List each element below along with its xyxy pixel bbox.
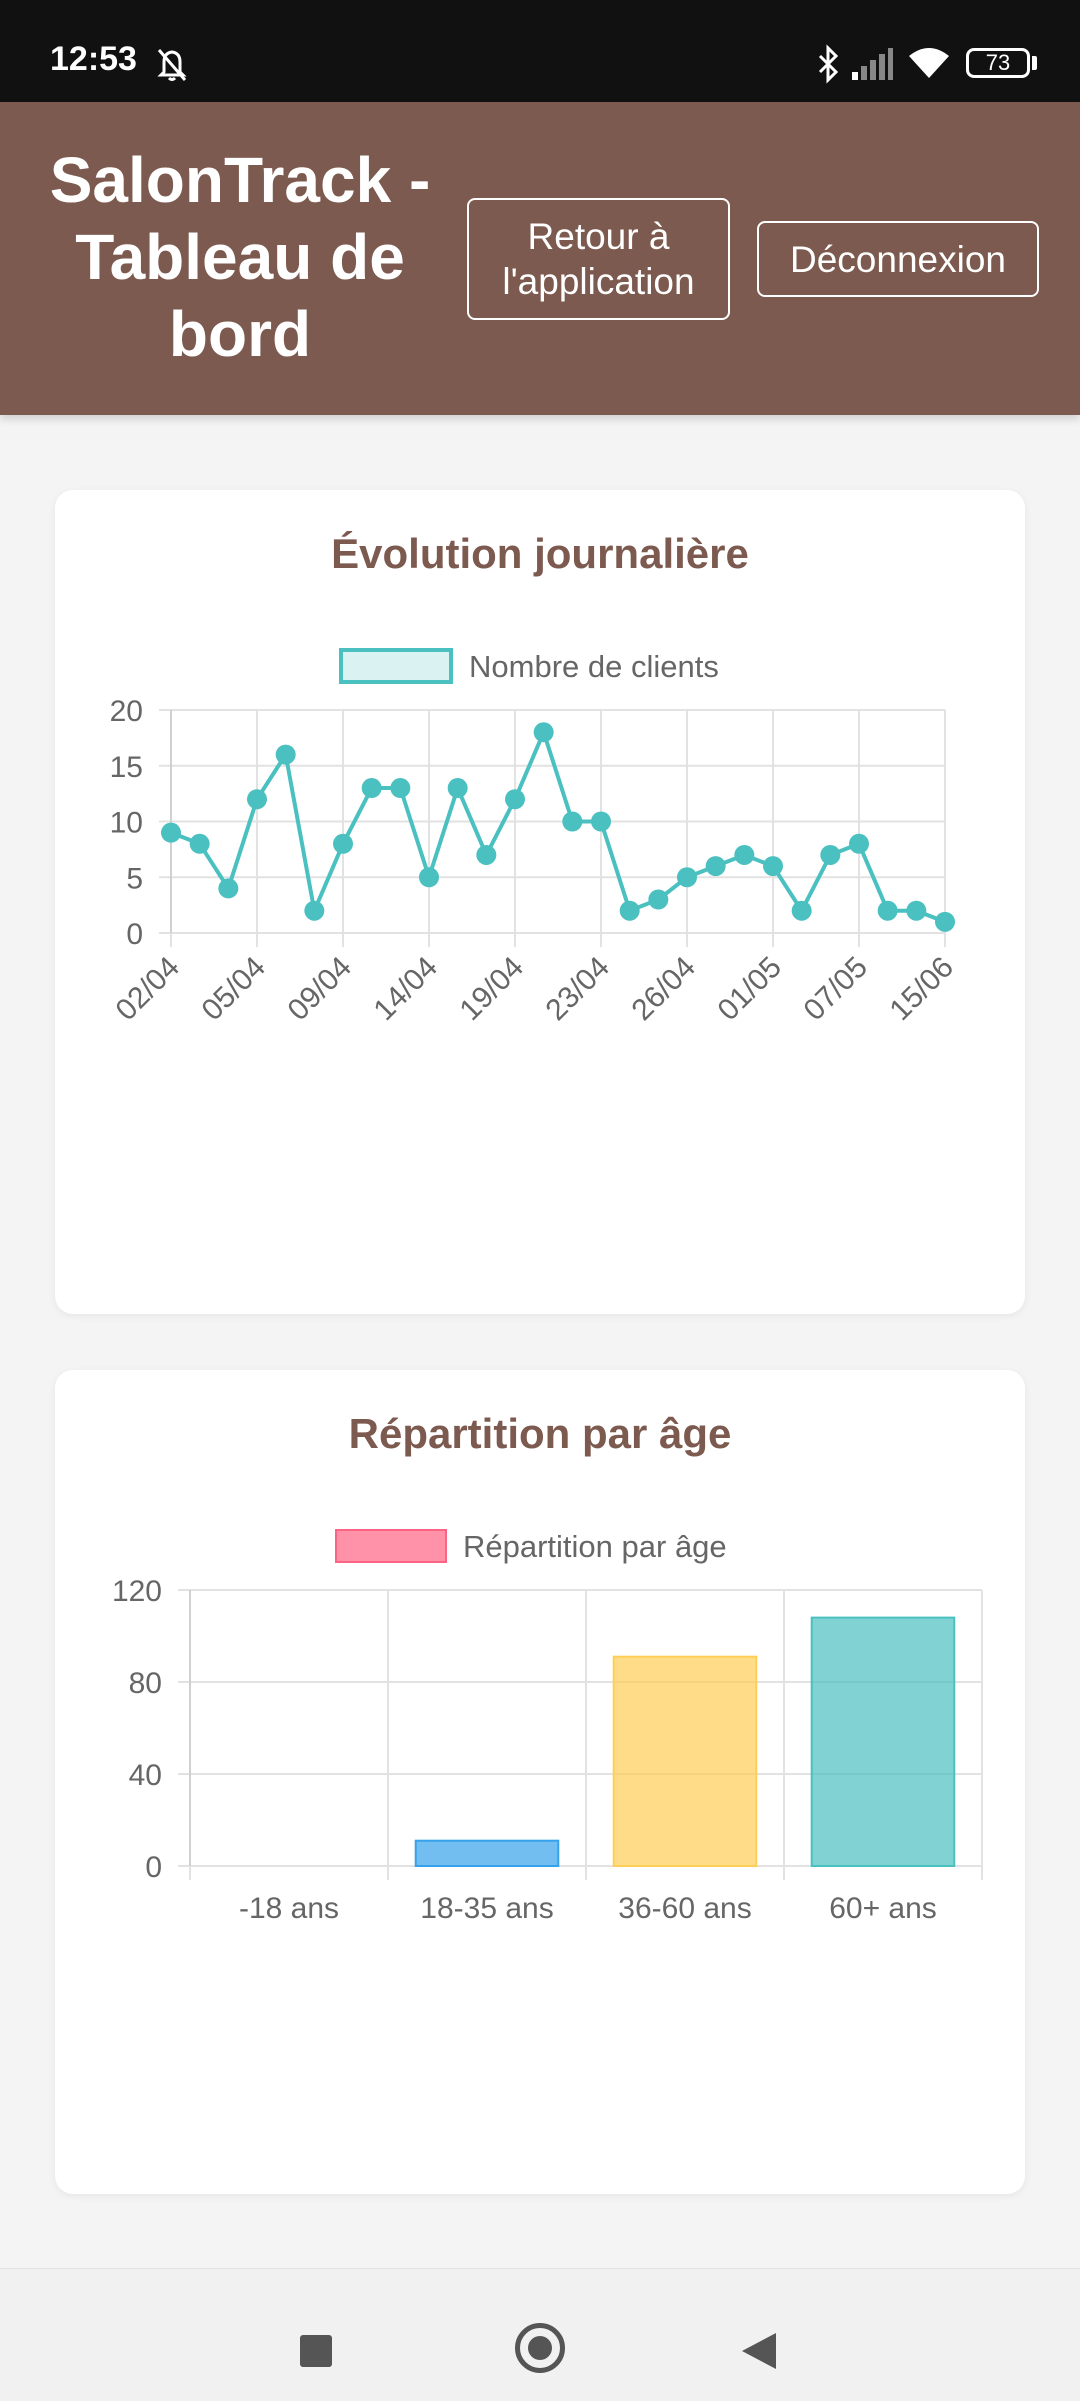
legend-label-clients: Nombre de clients: [469, 649, 719, 684]
data-point-clients: [820, 844, 841, 865]
x-tick-label: 02/04: [110, 951, 186, 1027]
data-point-clients: [677, 867, 697, 888]
x-category-label: -18 ans: [239, 1892, 339, 1925]
data-point-clients: [419, 867, 439, 888]
battery-icon: 73: [966, 48, 1030, 78]
data-point-clients: [562, 811, 583, 832]
data-point-clients: [935, 911, 955, 932]
y-tick-label: 20: [110, 695, 143, 728]
y-tick-label: 0: [126, 918, 143, 951]
legend-swatch-clients: [339, 648, 453, 684]
age-distribution-chart: Répartition par âge 120 80 40 0 -18 ans 18-35 …: [112, 1529, 983, 1925]
data-point-clients: [705, 856, 726, 877]
data-point-clients: [791, 900, 812, 921]
data-point-clients: [247, 789, 267, 810]
y-tick-label: 80: [129, 1667, 162, 1700]
bluetooth-icon: [814, 44, 844, 89]
bar-2: [414, 1839, 560, 1868]
x-tick-label: 05/04: [196, 951, 272, 1027]
app-header: SalonTrack - Tableau de bord Retour à l'…: [0, 102, 1080, 415]
data-point-clients: [849, 833, 869, 854]
page-title-line-1: SalonTrack -: [49, 144, 431, 216]
x-tick-label: 01/05: [712, 951, 788, 1027]
data-point-clients: [390, 778, 411, 799]
status-time: 12:53: [50, 40, 137, 78]
status-bar: 12:53 73: [0, 0, 1080, 102]
page-title-line-2: Tableau de: [75, 221, 405, 293]
x-category-label: 36-60 ans: [618, 1892, 751, 1925]
x-category-label: 60+ ans: [829, 1892, 937, 1925]
y-tick-label: 40: [129, 1759, 162, 1792]
back-button-label-line-1: Retour à: [527, 216, 670, 257]
data-point-clients: [734, 844, 755, 865]
x-tick-label: 26/04: [626, 951, 702, 1027]
data-point-clients: [447, 778, 468, 799]
x-category-label: 18-35 ans: [420, 1892, 553, 1925]
home-icon[interactable]: [515, 2323, 565, 2373]
logout-button[interactable]: Déconnexion: [757, 221, 1039, 297]
x-tick-label: 07/05: [798, 951, 874, 1027]
data-point-clients: [533, 722, 554, 743]
y-tick-label: 10: [110, 807, 143, 840]
y-tick-label: 5: [126, 862, 143, 895]
data-point-clients: [906, 900, 927, 921]
data-point-clients: [304, 900, 325, 921]
y-tick-label: 120: [112, 1575, 162, 1608]
back-to-app-button[interactable]: Retour à l'application: [467, 198, 730, 320]
x-tick-label: 14/04: [368, 951, 444, 1027]
data-point-clients: [476, 844, 497, 865]
x-tick-label: 09/04: [282, 951, 358, 1027]
page-title: SalonTrack - Tableau de bord: [40, 142, 440, 373]
bar-3: [612, 1655, 758, 1868]
x-tick-label: 23/04: [540, 951, 616, 1027]
system-nav-bar: [0, 2268, 1080, 2401]
daily-evolution-card: Évolution journalière Nombre de clients 2…: [55, 490, 1025, 1314]
bar-4: [810, 1616, 956, 1867]
page-title-line-3: bord: [168, 298, 312, 370]
age-distribution-card: Répartition par âge Répartition par âge 1…: [55, 1370, 1025, 2194]
x-tick-label: 15/06: [884, 951, 960, 1027]
data-point-clients: [591, 811, 611, 832]
data-point-clients: [361, 778, 382, 799]
y-tick-label: 15: [110, 751, 143, 784]
battery-tip: [1032, 56, 1037, 70]
wifi-icon: [906, 44, 952, 87]
data-point-clients: [333, 833, 353, 854]
back-icon[interactable]: [742, 2333, 776, 2369]
data-point-clients: [218, 878, 239, 899]
data-point-clients: [275, 744, 296, 765]
mute-bell-icon: [152, 44, 192, 89]
back-button-label-line-2: l'application: [502, 261, 695, 302]
data-point-clients: [189, 833, 210, 854]
legend-label-age: Répartition par âge: [463, 1529, 727, 1564]
legend-swatch-age: [335, 1529, 447, 1563]
signal-icon: [850, 46, 894, 87]
y-tick-label: 0: [145, 1851, 162, 1884]
data-point-clients: [505, 789, 525, 810]
recent-apps-icon[interactable]: [300, 2335, 332, 2367]
data-point-clients: [648, 889, 669, 910]
daily-evolution-chart: Nombre de clients 20 15 10 5 002/04 05/04 09/04…: [110, 648, 960, 1027]
data-point-clients: [763, 856, 783, 877]
data-point-clients: [619, 900, 640, 921]
data-point-clients: [877, 900, 898, 921]
x-tick-label: 19/04: [454, 951, 530, 1027]
data-point-clients: [161, 822, 181, 843]
